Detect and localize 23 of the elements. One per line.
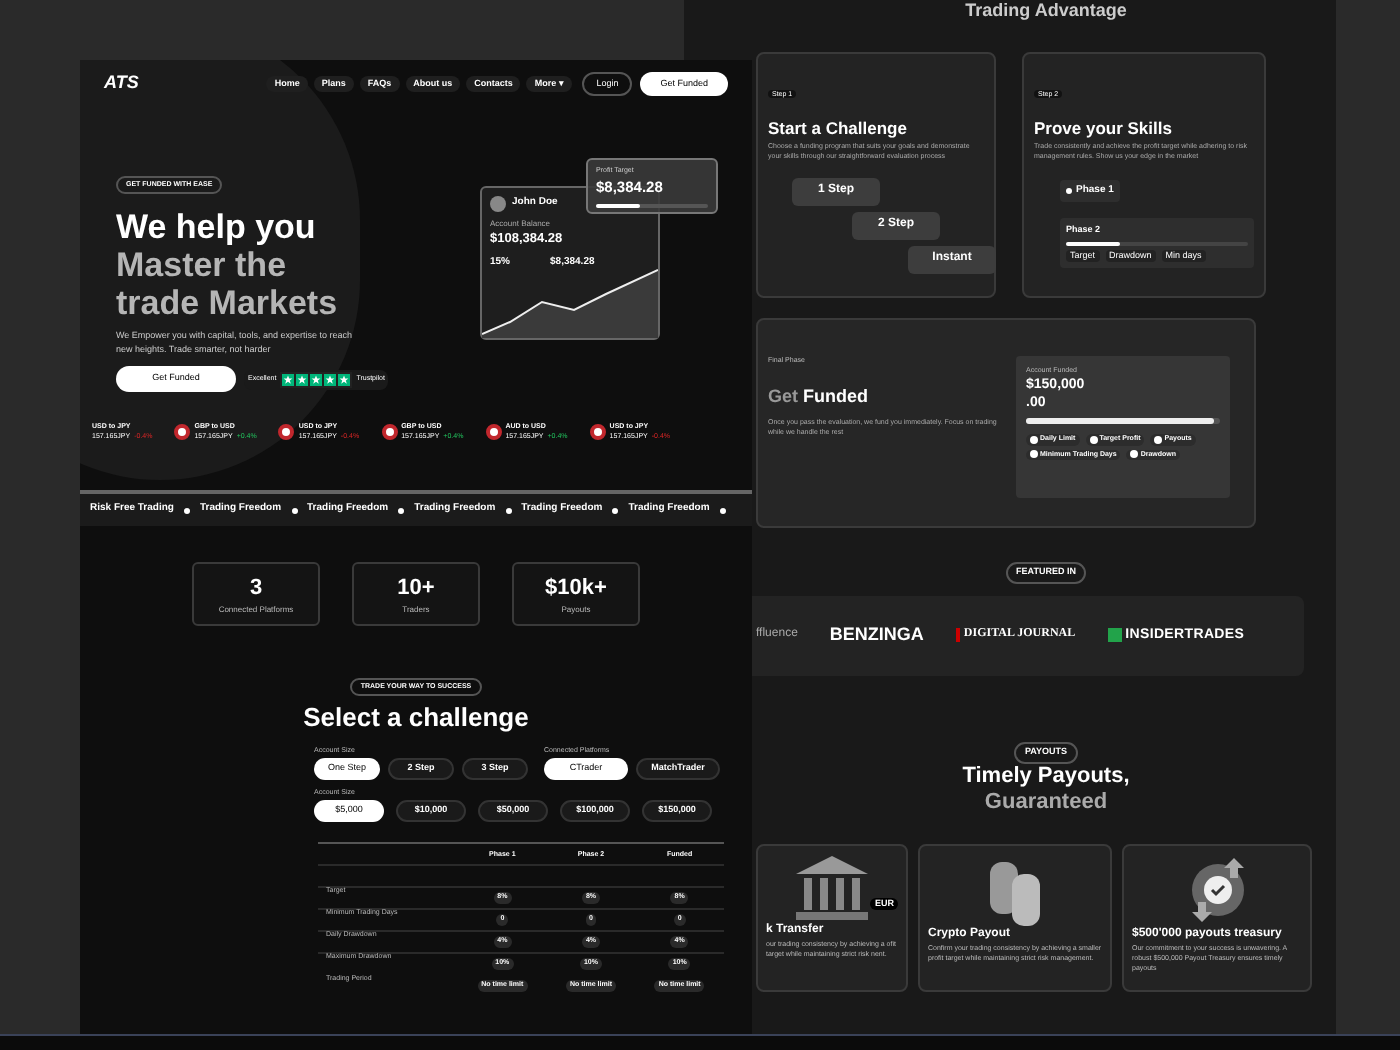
card-title: Funded [803,386,869,406]
flag-icon [589,424,606,440]
press-logo: BENZINGA [829,622,924,648]
hero-title-line: We help you [116,208,318,246]
section-title: Select a challenge [303,700,529,737]
hero-title-line: trade Markets [116,284,340,322]
stat-value: 3 [249,573,263,604]
section-title: Trading Advantage [965,0,1127,24]
logo: ATS [104,70,139,97]
stat-value: $10k+ [545,573,607,604]
card-title-muted: Get [768,386,799,406]
card-title: Start a Challenge [768,116,909,142]
flag-icon [381,424,398,440]
flag-icon [485,424,502,440]
avatar-icon [490,196,506,212]
card-title: Prove your Skills [1034,116,1174,142]
section-title: Timely Payouts, [962,763,1130,789]
section-title: Guaranteed [984,789,1108,815]
logo-mark-icon [1107,628,1122,643]
bank-icon [792,853,872,921]
stat-value: 10+ [397,573,435,604]
hero-title-line: Master the [116,246,289,284]
logo-mark-icon [955,628,960,643]
